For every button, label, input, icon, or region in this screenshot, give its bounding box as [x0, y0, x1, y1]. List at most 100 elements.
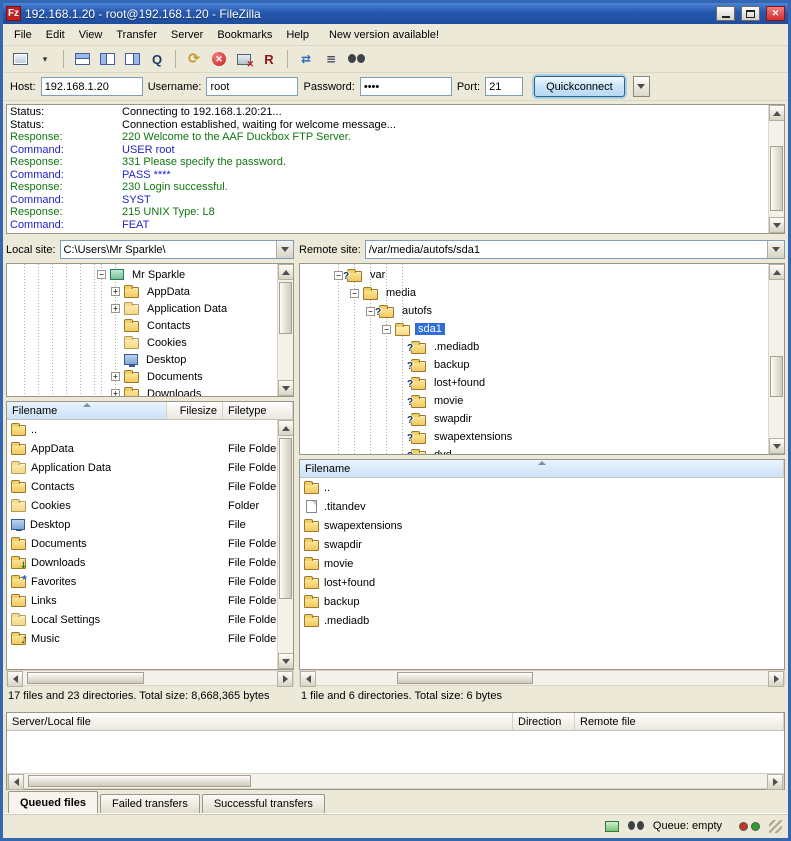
cancel-button[interactable]: ✕	[207, 48, 231, 70]
username-input[interactable]	[206, 77, 298, 96]
menu-view[interactable]: View	[72, 26, 110, 44]
tab-failed-transfers[interactable]: Failed transfers	[100, 794, 200, 813]
directory-comparison-button[interactable]: ⇄	[294, 48, 318, 70]
disconnect-button[interactable]	[232, 48, 256, 70]
tree-item-swapdir[interactable]: ?swapdir	[300, 410, 768, 428]
scrollbar-track[interactable]	[24, 774, 767, 788]
menu-file[interactable]: File	[7, 26, 39, 44]
tree-item-cookies[interactable]: Cookies	[7, 334, 277, 351]
menu-bookmarks[interactable]: Bookmarks	[210, 26, 279, 44]
queue-column-server-local-file[interactable]: Server/Local file	[7, 713, 513, 731]
scrollbar-track[interactable]	[316, 671, 768, 685]
minimize-button[interactable]	[716, 6, 735, 21]
quickconnect-dropdown-button[interactable]	[633, 76, 650, 97]
maximize-button[interactable]	[741, 6, 760, 21]
collapse-icon[interactable]: −	[334, 271, 343, 280]
tree-item-mediadb[interactable]: ?.mediadb	[300, 338, 768, 356]
file-row-documents[interactable]: DocumentsFile Folder	[7, 534, 277, 553]
file-row-contacts[interactable]: ContactsFile Folder	[7, 477, 277, 496]
scroll-left-button[interactable]	[8, 774, 24, 790]
collapse-icon[interactable]: −	[366, 307, 375, 316]
file-row-links[interactable]: LinksFile Folder	[7, 591, 277, 610]
quickconnect-button[interactable]: Quickconnect	[534, 76, 625, 97]
password-input[interactable]	[360, 77, 452, 96]
scroll-down-button[interactable]	[278, 653, 293, 669]
tree-item-dvd[interactable]: ?dvd	[300, 446, 768, 455]
file-row-application-data[interactable]: Application DataFile Folder	[7, 458, 277, 477]
scrollbar-track[interactable]	[278, 280, 293, 380]
file-row-mediadb[interactable]: .mediadb	[300, 611, 784, 630]
local-list-scrollbar[interactable]	[277, 420, 293, 669]
collapse-icon[interactable]: −	[97, 270, 106, 279]
file-row-music[interactable]: MusicFile Folder	[7, 629, 277, 648]
file-row-desktop[interactable]: DesktopFile	[7, 515, 277, 534]
file-row-downloads[interactable]: DownloadsFile Folder	[7, 553, 277, 572]
file-row-movie[interactable]: movie	[300, 554, 784, 573]
column-header-filetype[interactable]: Filetype	[223, 402, 293, 420]
log-scrollbar[interactable]	[768, 105, 784, 233]
scroll-down-button[interactable]	[769, 217, 785, 233]
file-row-titandev[interactable]: .titandev	[300, 497, 784, 516]
resize-grip[interactable]	[769, 820, 782, 833]
tree-item-backup[interactable]: ?backup	[300, 356, 768, 374]
remote-tree[interactable]: −?var−media−?autofs−sda1?.mediadb?backup…	[299, 263, 785, 455]
column-header-filename[interactable]: Filename	[300, 460, 784, 478]
tree-item-mr-sparkle[interactable]: −Mr Sparkle	[7, 266, 277, 283]
file-row-swapdir[interactable]: swapdir	[300, 535, 784, 554]
scroll-right-button[interactable]	[767, 774, 783, 790]
toggle-message-log-button[interactable]	[70, 48, 94, 70]
scrollbar-thumb[interactable]	[28, 775, 251, 787]
collapse-icon[interactable]: −	[382, 325, 391, 334]
refresh-button[interactable]: ⟳	[182, 48, 206, 70]
tree-item-desktop[interactable]: Desktop	[7, 351, 277, 368]
find-files-button[interactable]	[344, 48, 368, 70]
expand-icon[interactable]: +	[111, 304, 120, 313]
tree-item-lost-found[interactable]: ?lost+found	[300, 374, 768, 392]
scrollbar-track[interactable]	[769, 280, 784, 438]
collapse-icon[interactable]: −	[350, 289, 359, 298]
tree-item-sda1[interactable]: −sda1	[300, 320, 768, 338]
file-row-appdata[interactable]: AppDataFile Folder	[7, 439, 277, 458]
tree-item-autofs[interactable]: −?autofs	[300, 302, 768, 320]
toggle-local-tree-button[interactable]	[95, 48, 119, 70]
local-site-dropdown-button[interactable]	[276, 241, 293, 258]
port-input[interactable]	[485, 77, 523, 96]
column-header-filesize[interactable]: Filesize	[167, 402, 223, 420]
scroll-left-button[interactable]	[300, 671, 316, 687]
expand-icon[interactable]: +	[111, 389, 120, 397]
local-tree-scrollbar[interactable]	[277, 264, 293, 396]
scrollbar-thumb[interactable]	[770, 146, 783, 211]
toggle-filters-button[interactable]: Q	[145, 48, 169, 70]
scroll-up-button[interactable]	[769, 105, 785, 121]
scrollbar-thumb[interactable]	[27, 672, 144, 684]
column-header-filename[interactable]: Filename	[7, 402, 167, 420]
remote-site-input[interactable]	[366, 241, 767, 258]
scroll-up-button[interactable]	[769, 264, 785, 280]
queue-horizontal-scrollbar[interactable]	[7, 773, 784, 789]
file-row-item[interactable]: ..	[300, 478, 784, 497]
menu-transfer[interactable]: Transfer	[109, 26, 164, 44]
expand-icon[interactable]: +	[111, 287, 120, 296]
file-row-cookies[interactable]: CookiesFolder	[7, 496, 277, 515]
synchronized-browsing-button[interactable]: ≡	[319, 48, 343, 70]
queue-column-remote-file[interactable]: Remote file	[575, 713, 784, 731]
scroll-right-button[interactable]	[768, 671, 784, 687]
remote-site-dropdown-button[interactable]	[767, 241, 784, 258]
expand-icon[interactable]: +	[111, 372, 120, 381]
file-row-local-settings[interactable]: Local SettingsFile Folder	[7, 610, 277, 629]
local-list-rows[interactable]: ..AppDataFile FolderApplication DataFile…	[7, 420, 293, 669]
tab-successful-transfers[interactable]: Successful transfers	[202, 794, 325, 813]
file-row-swapextensions[interactable]: swapextensions	[300, 516, 784, 535]
tree-item-media[interactable]: −media	[300, 284, 768, 302]
local-horizontal-scrollbar[interactable]	[6, 670, 294, 686]
local-site-input[interactable]	[61, 241, 276, 258]
close-button[interactable]: ✕	[766, 6, 785, 21]
tree-item-contacts[interactable]: Contacts	[7, 317, 277, 334]
message-log[interactable]: Status:Connecting to 192.168.1.20:21...S…	[6, 104, 785, 234]
local-tree[interactable]: −Mr Sparkle+AppData+Application DataCont…	[6, 263, 294, 397]
remote-tree-scrollbar[interactable]	[768, 264, 784, 454]
scrollbar-thumb[interactable]	[279, 438, 292, 599]
title-bar[interactable]: Fz 192.168.1.20 - root@192.168.1.20 - Fi…	[3, 3, 788, 24]
scroll-left-button[interactable]	[7, 671, 23, 687]
scrollbar-track[interactable]	[23, 671, 277, 685]
